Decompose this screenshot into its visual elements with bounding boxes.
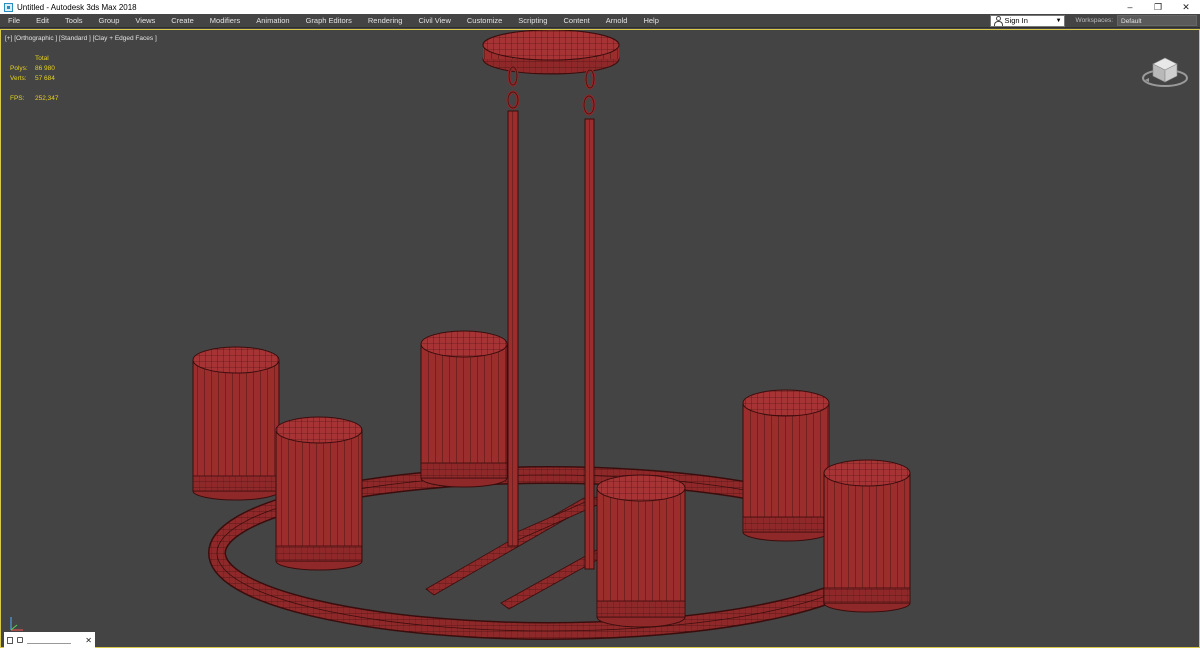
menu-graph-editors[interactable]: Graph Editors: [298, 14, 360, 28]
axis-tripod-icon: [10, 617, 23, 631]
close-button[interactable]: ✕: [1172, 0, 1200, 14]
title-bar: Untitled - Autodesk 3ds Max 2018 – ❐ ✕: [0, 0, 1200, 14]
menu-bar: File Edit Tools Group Views Create Modif…: [0, 14, 1200, 28]
menu-rendering[interactable]: Rendering: [360, 14, 411, 28]
candle-front-right: [823, 459, 911, 613]
stats-fps-row: FPS: 252,347: [10, 94, 59, 104]
statistics-overlay: Total Polys: 86 980 Verts: 57 684 FPS: 2…: [10, 54, 59, 104]
ceiling-canopy: [482, 30, 620, 75]
maxscript-mini-listener[interactable]: ✕: [4, 632, 95, 648]
minimize-button[interactable]: –: [1116, 0, 1144, 14]
candle-back-center: [420, 330, 508, 488]
stats-header-row: Total: [10, 54, 59, 64]
menu-edit[interactable]: Edit: [28, 14, 57, 28]
workspace-select[interactable]: Default: [1117, 15, 1197, 26]
menu-modifiers[interactable]: Modifiers: [202, 14, 248, 28]
candle-back-right: [742, 389, 830, 542]
3ds-max-window: Untitled - Autodesk 3ds Max 2018 – ❐ ✕ F…: [0, 0, 1200, 648]
perspective-viewport[interactable]: [+] [Orthographic ] [Standard ] [Clay + …: [0, 29, 1200, 648]
menu-create[interactable]: Create: [163, 14, 202, 28]
menu-tools[interactable]: Tools: [57, 14, 91, 28]
menu-animation[interactable]: Animation: [248, 14, 297, 28]
candle-left-back: [192, 346, 280, 501]
polys-value: 86 980: [35, 65, 55, 72]
verts-label: Verts:: [10, 75, 27, 82]
menu-group[interactable]: Group: [91, 14, 128, 28]
menu-customize[interactable]: Customize: [459, 14, 510, 28]
script-icon[interactable]: [17, 637, 23, 643]
menu-scripting[interactable]: Scripting: [510, 14, 555, 28]
verts-value: 57 684: [35, 75, 55, 82]
cross-bars: [425, 494, 627, 610]
restore-button[interactable]: ❐: [1144, 0, 1172, 14]
close-icon[interactable]: ✕: [85, 636, 92, 645]
stats-verts-row: Verts: 57 684: [10, 74, 59, 84]
script-input[interactable]: [27, 636, 71, 644]
fps-label: FPS:: [10, 95, 25, 102]
menu-views[interactable]: Views: [127, 14, 163, 28]
stats-header: Total: [35, 55, 49, 62]
workspaces-label: Workspaces:: [1075, 17, 1113, 24]
user-icon: [993, 16, 1003, 26]
candle-front-center: [596, 474, 686, 628]
menu-civil-view[interactable]: Civil View: [410, 14, 458, 28]
menu-help[interactable]: Help: [635, 14, 666, 28]
stats-key-spacer: [10, 54, 35, 64]
menu-file[interactable]: File: [0, 14, 28, 28]
listener-icon[interactable]: [7, 636, 13, 644]
viewport-label[interactable]: [+] [Orthographic ] [Standard ] [Clay + …: [5, 35, 157, 42]
fps-value: 252,347: [35, 95, 59, 102]
sign-in-label: Sign In: [1004, 16, 1028, 25]
chevron-down-icon: ▼: [1055, 17, 1062, 24]
polys-label: Polys:: [10, 65, 28, 72]
candle-left-front: [275, 416, 363, 571]
menu-content[interactable]: Content: [555, 14, 597, 28]
viewcube-icon[interactable]: [1141, 50, 1191, 90]
chandelier-model[interactable]: [1, 30, 1199, 647]
sign-in-dropdown[interactable]: Sign In ▼: [989, 14, 1065, 27]
stats-polys-row: Polys: 86 980: [10, 64, 59, 74]
menu-arnold[interactable]: Arnold: [598, 14, 636, 28]
window-title: Untitled - Autodesk 3ds Max 2018: [17, 2, 137, 12]
3ds-max-app-icon: [4, 2, 13, 12]
